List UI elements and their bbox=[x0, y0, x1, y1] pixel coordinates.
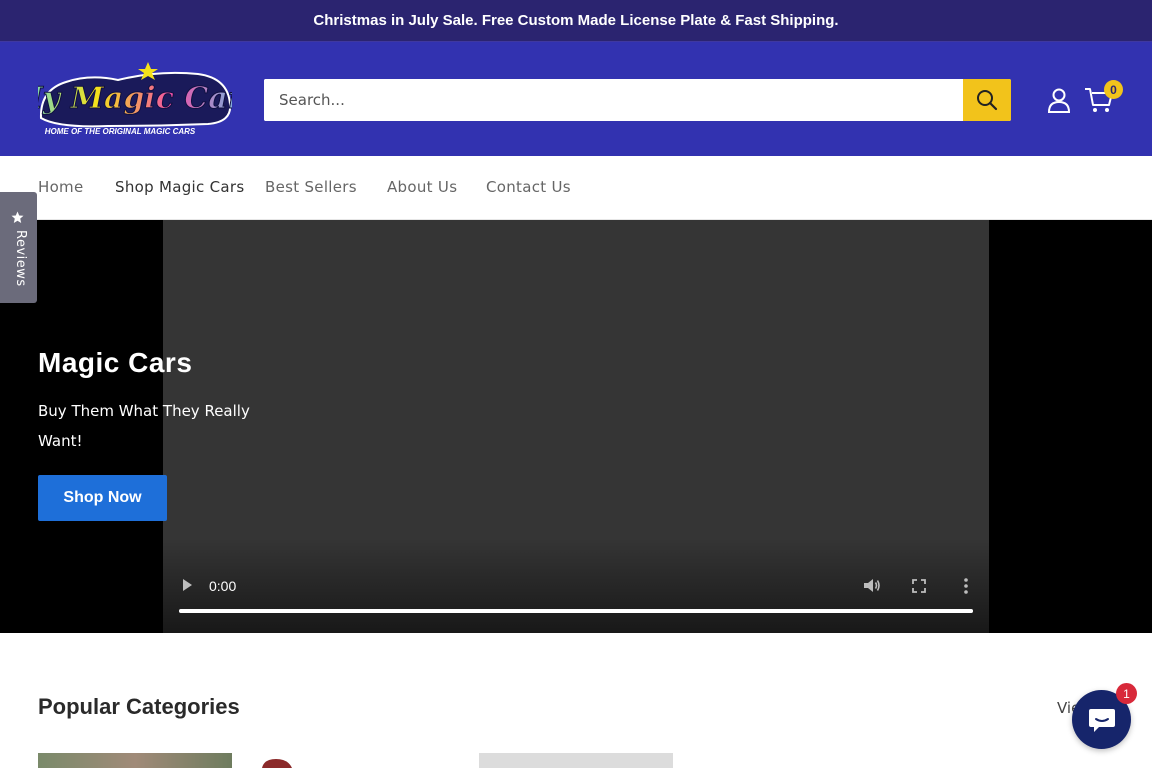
announcement-text: Christmas in July Sale. Free Custom Made… bbox=[313, 12, 839, 29]
logo-wordmark: My Magic Cars bbox=[38, 81, 232, 116]
search-icon bbox=[977, 90, 998, 111]
cart-count-badge: 0 bbox=[1104, 80, 1123, 99]
fullscreen-icon[interactable] bbox=[912, 579, 926, 593]
video-time: 0:00 bbox=[209, 578, 237, 594]
category-thumbnail[interactable] bbox=[38, 753, 232, 768]
hero-section: 0:00 Magic Cars Buy Them What They Reall… bbox=[0, 220, 1152, 633]
shop-now-button[interactable]: Shop Now bbox=[38, 475, 167, 521]
hero-video[interactable]: 0:00 bbox=[163, 220, 989, 633]
search-button[interactable] bbox=[963, 79, 1011, 121]
site-logo[interactable]: My Magic Cars HOME OF THE ORIGINAL MAGIC… bbox=[8, 60, 261, 138]
nav-item-shop-magic-cars[interactable]: Shop Magic Cars bbox=[115, 178, 244, 196]
chat-icon bbox=[1088, 708, 1115, 732]
category-thumbnail[interactable] bbox=[262, 753, 302, 768]
category-thumbnail[interactable] bbox=[479, 753, 673, 768]
category-image bbox=[262, 759, 292, 768]
user-icon bbox=[1047, 88, 1071, 113]
hero-title: Magic Cars bbox=[38, 347, 193, 378]
volume-icon[interactable] bbox=[863, 577, 881, 594]
nav-item-contact-us[interactable]: Contact Us bbox=[486, 178, 571, 196]
logo-graphic: My Magic Cars HOME OF THE ORIGINAL MAGIC… bbox=[8, 62, 261, 136]
video-progress-bar[interactable] bbox=[179, 609, 973, 613]
section-title: Popular Categories bbox=[38, 694, 240, 719]
reviews-label: Reviews bbox=[13, 230, 28, 287]
video-progress-fill bbox=[179, 609, 973, 613]
star-icon bbox=[11, 211, 24, 223]
main-nav: Home Shop Magic Cars Best Sellers About … bbox=[0, 156, 1152, 220]
hero-subtitle: Buy Them What They Really Want! bbox=[38, 402, 250, 450]
more-icon[interactable] bbox=[963, 577, 969, 595]
site-header: My Magic Cars HOME OF THE ORIGINAL MAGIC… bbox=[0, 42, 1152, 156]
play-icon[interactable] bbox=[180, 578, 194, 592]
nav-item-home[interactable]: Home bbox=[38, 178, 84, 196]
chat-notification-badge: 1 bbox=[1116, 683, 1137, 704]
logo-tagline: HOME OF THE ORIGINAL MAGIC CARS bbox=[45, 127, 196, 136]
search-input[interactable] bbox=[264, 79, 963, 121]
nav-item-about-us[interactable]: About Us bbox=[387, 178, 457, 196]
nav-item-best-sellers[interactable]: Best Sellers bbox=[265, 178, 357, 196]
announcement-bar: Christmas in July Sale. Free Custom Made… bbox=[0, 0, 1152, 42]
account-button[interactable] bbox=[1046, 87, 1072, 113]
search-box bbox=[264, 79, 1011, 121]
reviews-tab[interactable]: Reviews bbox=[0, 192, 37, 303]
